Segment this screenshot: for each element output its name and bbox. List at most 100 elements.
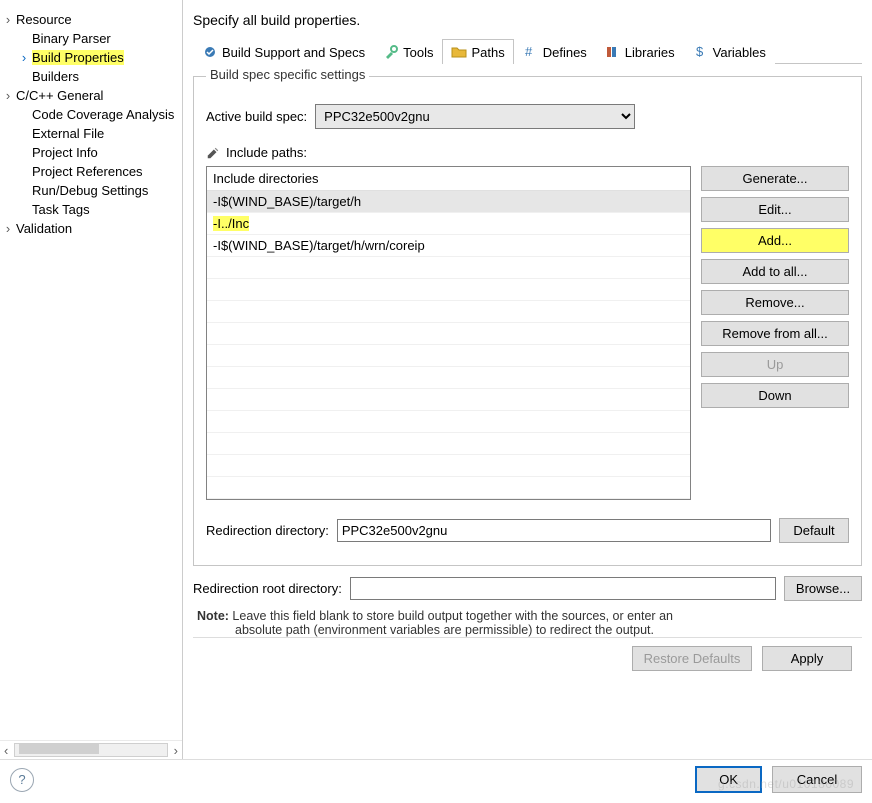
include-path-empty-row xyxy=(207,411,690,433)
tab-tools[interactable]: Tools xyxy=(374,39,442,64)
scroll-right-icon[interactable]: › xyxy=(174,743,178,758)
tree-item-label: External File xyxy=(32,126,104,141)
sidebar-nav-tree: ›ResourceBinary Parser›Build PropertiesB… xyxy=(0,0,183,759)
include-path-empty-row xyxy=(207,389,690,411)
include-path-text: -I$(WIND_BASE)/target/h/wrn/coreip xyxy=(213,238,425,253)
include-path-empty-row xyxy=(207,367,690,389)
tree-item-label: C/C++ General xyxy=(16,88,103,103)
include-path-text: -I$(WIND_BASE)/target/h xyxy=(213,194,361,209)
scroll-thumb[interactable] xyxy=(19,744,99,754)
gear-check-icon xyxy=(202,44,218,60)
add-button[interactable]: Add... xyxy=(701,228,849,253)
tab-label: Paths xyxy=(471,45,504,60)
tree-item-task-tags[interactable]: Task Tags xyxy=(0,200,182,219)
tree-item-label: Resource xyxy=(16,12,72,27)
restore-defaults-button[interactable]: Restore Defaults xyxy=(632,646,752,671)
expand-arrow-icon: › xyxy=(16,50,32,65)
redirection-dir-input[interactable] xyxy=(337,519,771,542)
tab-label: Defines xyxy=(543,45,587,60)
tree-item-label: Build Properties xyxy=(32,50,124,65)
svg-text:$: $ xyxy=(696,44,704,59)
edit-button[interactable]: Edit... xyxy=(701,197,849,222)
include-path-empty-row xyxy=(207,345,690,367)
apply-button[interactable]: Apply xyxy=(762,646,852,671)
include-path-empty-row xyxy=(207,301,690,323)
include-path-entry[interactable]: -I../Inc xyxy=(207,213,690,235)
generate-button[interactable]: Generate... xyxy=(701,166,849,191)
sidebar-horizontal-scrollbar[interactable]: ‹ › xyxy=(0,740,182,759)
scroll-track[interactable] xyxy=(14,743,167,757)
include-paths-list[interactable]: Include directories -I$(WIND_BASE)/targe… xyxy=(206,166,691,500)
down-button[interactable]: Down xyxy=(701,383,849,408)
expand-arrow-icon: › xyxy=(0,88,16,103)
add-to-all-button[interactable]: Add to all... xyxy=(701,259,849,284)
tab-label: Variables xyxy=(713,45,766,60)
tree-item-label: Builders xyxy=(32,69,79,84)
folder-icon xyxy=(451,44,467,60)
fieldset-legend: Build spec specific settings xyxy=(206,67,369,82)
tool-icon xyxy=(383,44,399,60)
cancel-button[interactable]: Cancel xyxy=(772,766,862,793)
active-build-spec-label: Active build spec: xyxy=(206,109,307,124)
include-path-empty-row xyxy=(207,433,690,455)
pencil-icon xyxy=(206,146,220,160)
tree-item-validation[interactable]: ›Validation xyxy=(0,219,182,238)
include-path-entry[interactable]: -I$(WIND_BASE)/target/h xyxy=(207,191,690,213)
tree-item-label: Run/Debug Settings xyxy=(32,183,148,198)
browse-button[interactable]: Browse... xyxy=(784,576,862,601)
up-button[interactable]: Up xyxy=(701,352,849,377)
tree-item-c-c-general[interactable]: ›C/C++ General xyxy=(0,86,182,105)
books-icon xyxy=(605,44,621,60)
include-path-empty-row xyxy=(207,323,690,345)
active-build-spec-select[interactable]: PPC32e500v2gnu xyxy=(315,104,635,129)
include-path-entry[interactable]: -I$(WIND_BASE)/target/h/wrn/coreip xyxy=(207,235,690,257)
expand-arrow-icon: › xyxy=(0,12,16,27)
tree-item-label: Task Tags xyxy=(32,202,90,217)
hash-icon: # xyxy=(523,44,539,60)
expand-arrow-icon: › xyxy=(0,221,16,236)
include-path-empty-row xyxy=(207,257,690,279)
tree-item-label: Validation xyxy=(16,221,72,236)
include-path-empty-row xyxy=(207,455,690,477)
include-path-text: -I../Inc xyxy=(213,216,249,231)
tree-item-label: Binary Parser xyxy=(32,31,111,46)
tree-item-resource[interactable]: ›Resource xyxy=(0,10,182,29)
dollar-icon: $ xyxy=(693,44,709,60)
tree-item-binary-parser[interactable]: Binary Parser xyxy=(0,29,182,48)
tab-label: Build Support and Specs xyxy=(222,45,365,60)
build-spec-fieldset: Build spec specific settings Active buil… xyxy=(193,76,862,566)
tab-variables[interactable]: $ Variables xyxy=(684,39,775,64)
svg-text:#: # xyxy=(525,44,533,59)
list-header: Include directories xyxy=(207,167,690,191)
tree-item-run-debug-settings[interactable]: Run/Debug Settings xyxy=(0,181,182,200)
tab-label: Libraries xyxy=(625,45,675,60)
tree-item-project-references[interactable]: Project References xyxy=(0,162,182,181)
tab-label: Tools xyxy=(403,45,433,60)
default-button[interactable]: Default xyxy=(779,518,849,543)
redirection-dir-label: Redirection directory: xyxy=(206,523,329,538)
include-path-empty-row xyxy=(207,477,690,499)
remove-from-all-button[interactable]: Remove from all... xyxy=(701,321,849,346)
tree-item-external-file[interactable]: External File xyxy=(0,124,182,143)
page-heading: Specify all build properties. xyxy=(193,12,862,28)
tree-item-build-properties[interactable]: ›Build Properties xyxy=(0,48,182,67)
tab-paths[interactable]: Paths xyxy=(442,39,513,64)
tree-item-label: Code Coverage Analysis xyxy=(32,107,174,122)
include-paths-heading: Include paths: xyxy=(226,145,307,160)
ok-button[interactable]: OK xyxy=(695,766,762,793)
help-icon[interactable]: ? xyxy=(10,768,34,792)
tab-bar: Build Support and Specs Tools Paths # Define… xyxy=(193,38,862,64)
tab-build-support-and-specs[interactable]: Build Support and Specs xyxy=(193,39,374,64)
tree-item-label: Project References xyxy=(32,164,143,179)
tree-item-builders[interactable]: Builders xyxy=(0,67,182,86)
tree-container: ›ResourceBinary Parser›Build PropertiesB… xyxy=(0,10,182,740)
scroll-left-icon[interactable]: ‹ xyxy=(4,743,8,758)
redirection-root-dir-input[interactable] xyxy=(350,577,776,600)
tree-item-code-coverage-analysis[interactable]: Code Coverage Analysis xyxy=(0,105,182,124)
note-text: Note: Leave this field blank to store bu… xyxy=(197,609,862,637)
remove-button[interactable]: Remove... xyxy=(701,290,849,315)
tree-item-project-info[interactable]: Project Info xyxy=(0,143,182,162)
tab-libraries[interactable]: Libraries xyxy=(596,39,684,64)
tab-defines[interactable]: # Defines xyxy=(514,39,596,64)
include-path-empty-row xyxy=(207,279,690,301)
